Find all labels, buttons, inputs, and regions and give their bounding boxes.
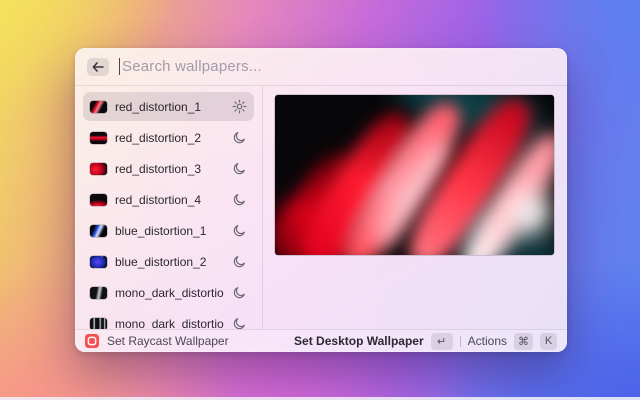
wallpaper-list-item[interactable]: red_distortion_3 bbox=[83, 154, 254, 183]
wallpaper-thumbnail-icon bbox=[90, 101, 107, 113]
desktop-background: Search wallpapers... red_distortion_1red… bbox=[0, 0, 640, 400]
text-caret bbox=[119, 58, 120, 75]
wallpaper-name: red_distortion_4 bbox=[115, 193, 224, 207]
moon-icon bbox=[232, 316, 247, 329]
raycast-window: Search wallpapers... red_distortion_1red… bbox=[75, 48, 567, 352]
arrow-left-icon bbox=[92, 62, 104, 72]
wallpaper-thumbnail-icon bbox=[90, 318, 107, 330]
wallpaper-thumbnail-icon bbox=[90, 256, 107, 268]
moon-icon bbox=[232, 223, 247, 238]
wallpaper-detail-panel bbox=[263, 86, 567, 329]
set-desktop-wallpaper-button[interactable]: Set Desktop Wallpaper ↵ bbox=[294, 333, 453, 350]
wallpaper-thumbnail-icon bbox=[90, 287, 107, 299]
footer-app-label: Set Raycast Wallpaper bbox=[107, 334, 229, 348]
wallpaper-name: blue_distortion_1 bbox=[115, 224, 224, 238]
k-key-icon: K bbox=[540, 333, 557, 350]
wallpaper-name: red_distortion_1 bbox=[115, 100, 224, 114]
footer-app: Set Raycast Wallpaper bbox=[85, 334, 229, 348]
moon-icon bbox=[232, 285, 247, 300]
return-key-icon: ↵ bbox=[431, 333, 453, 350]
footer-divider bbox=[460, 336, 461, 347]
wallpaper-list-item[interactable]: mono_dark_distortion_2 bbox=[83, 309, 254, 329]
wallpaper-list-item[interactable]: blue_distortion_2 bbox=[83, 247, 254, 276]
wallpaper-name: blue_distortion_2 bbox=[115, 255, 224, 269]
wallpaper-name: red_distortion_2 bbox=[115, 131, 224, 145]
moon-icon bbox=[232, 161, 247, 176]
wallpaper-thumbnail-icon bbox=[90, 132, 107, 144]
raycast-logo-icon bbox=[85, 334, 99, 348]
search-input[interactable]: Search wallpapers... bbox=[119, 48, 555, 85]
footer-bar: Set Raycast Wallpaper Set Desktop Wallpa… bbox=[75, 329, 567, 352]
wallpaper-name: mono_dark_distortion_2 bbox=[115, 317, 224, 330]
wallpaper-list-item[interactable]: blue_distortion_1 bbox=[83, 216, 254, 245]
wallpaper-thumbnail-icon bbox=[90, 225, 107, 237]
wallpaper-name: mono_dark_distortion_1 bbox=[115, 286, 224, 300]
search-placeholder: Search wallpapers... bbox=[122, 58, 262, 75]
actions-label: Actions bbox=[468, 334, 507, 348]
primary-action-label: Set Desktop Wallpaper bbox=[294, 334, 424, 348]
sun-icon bbox=[232, 99, 247, 114]
wallpaper-thumbnail-icon bbox=[90, 194, 107, 206]
moon-icon bbox=[232, 192, 247, 207]
actions-button[interactable]: Actions ⌘ K bbox=[468, 333, 557, 350]
back-button[interactable] bbox=[87, 58, 109, 76]
footer-actions: Set Desktop Wallpaper ↵ Actions ⌘ K bbox=[294, 333, 557, 350]
moon-icon bbox=[232, 130, 247, 145]
wallpaper-list[interactable]: red_distortion_1 red_distortion_2 red_dist… bbox=[75, 86, 263, 329]
wallpaper-list-item[interactable]: red_distortion_2 bbox=[83, 123, 254, 152]
search-bar: Search wallpapers... bbox=[75, 48, 567, 86]
moon-icon bbox=[232, 254, 247, 269]
wallpaper-list-item[interactable]: red_distortion_1 bbox=[83, 92, 254, 121]
wallpaper-thumbnail-icon bbox=[90, 163, 107, 175]
wallpaper-list-item[interactable]: red_distortion_4 bbox=[83, 185, 254, 214]
command-key-icon: ⌘ bbox=[514, 333, 533, 350]
wallpaper-name: red_distortion_3 bbox=[115, 162, 224, 176]
wallpaper-list-item[interactable]: mono_dark_distortion_1 bbox=[83, 278, 254, 307]
wallpaper-preview bbox=[275, 95, 554, 255]
window-body: red_distortion_1 red_distortion_2 red_dist… bbox=[75, 86, 567, 329]
